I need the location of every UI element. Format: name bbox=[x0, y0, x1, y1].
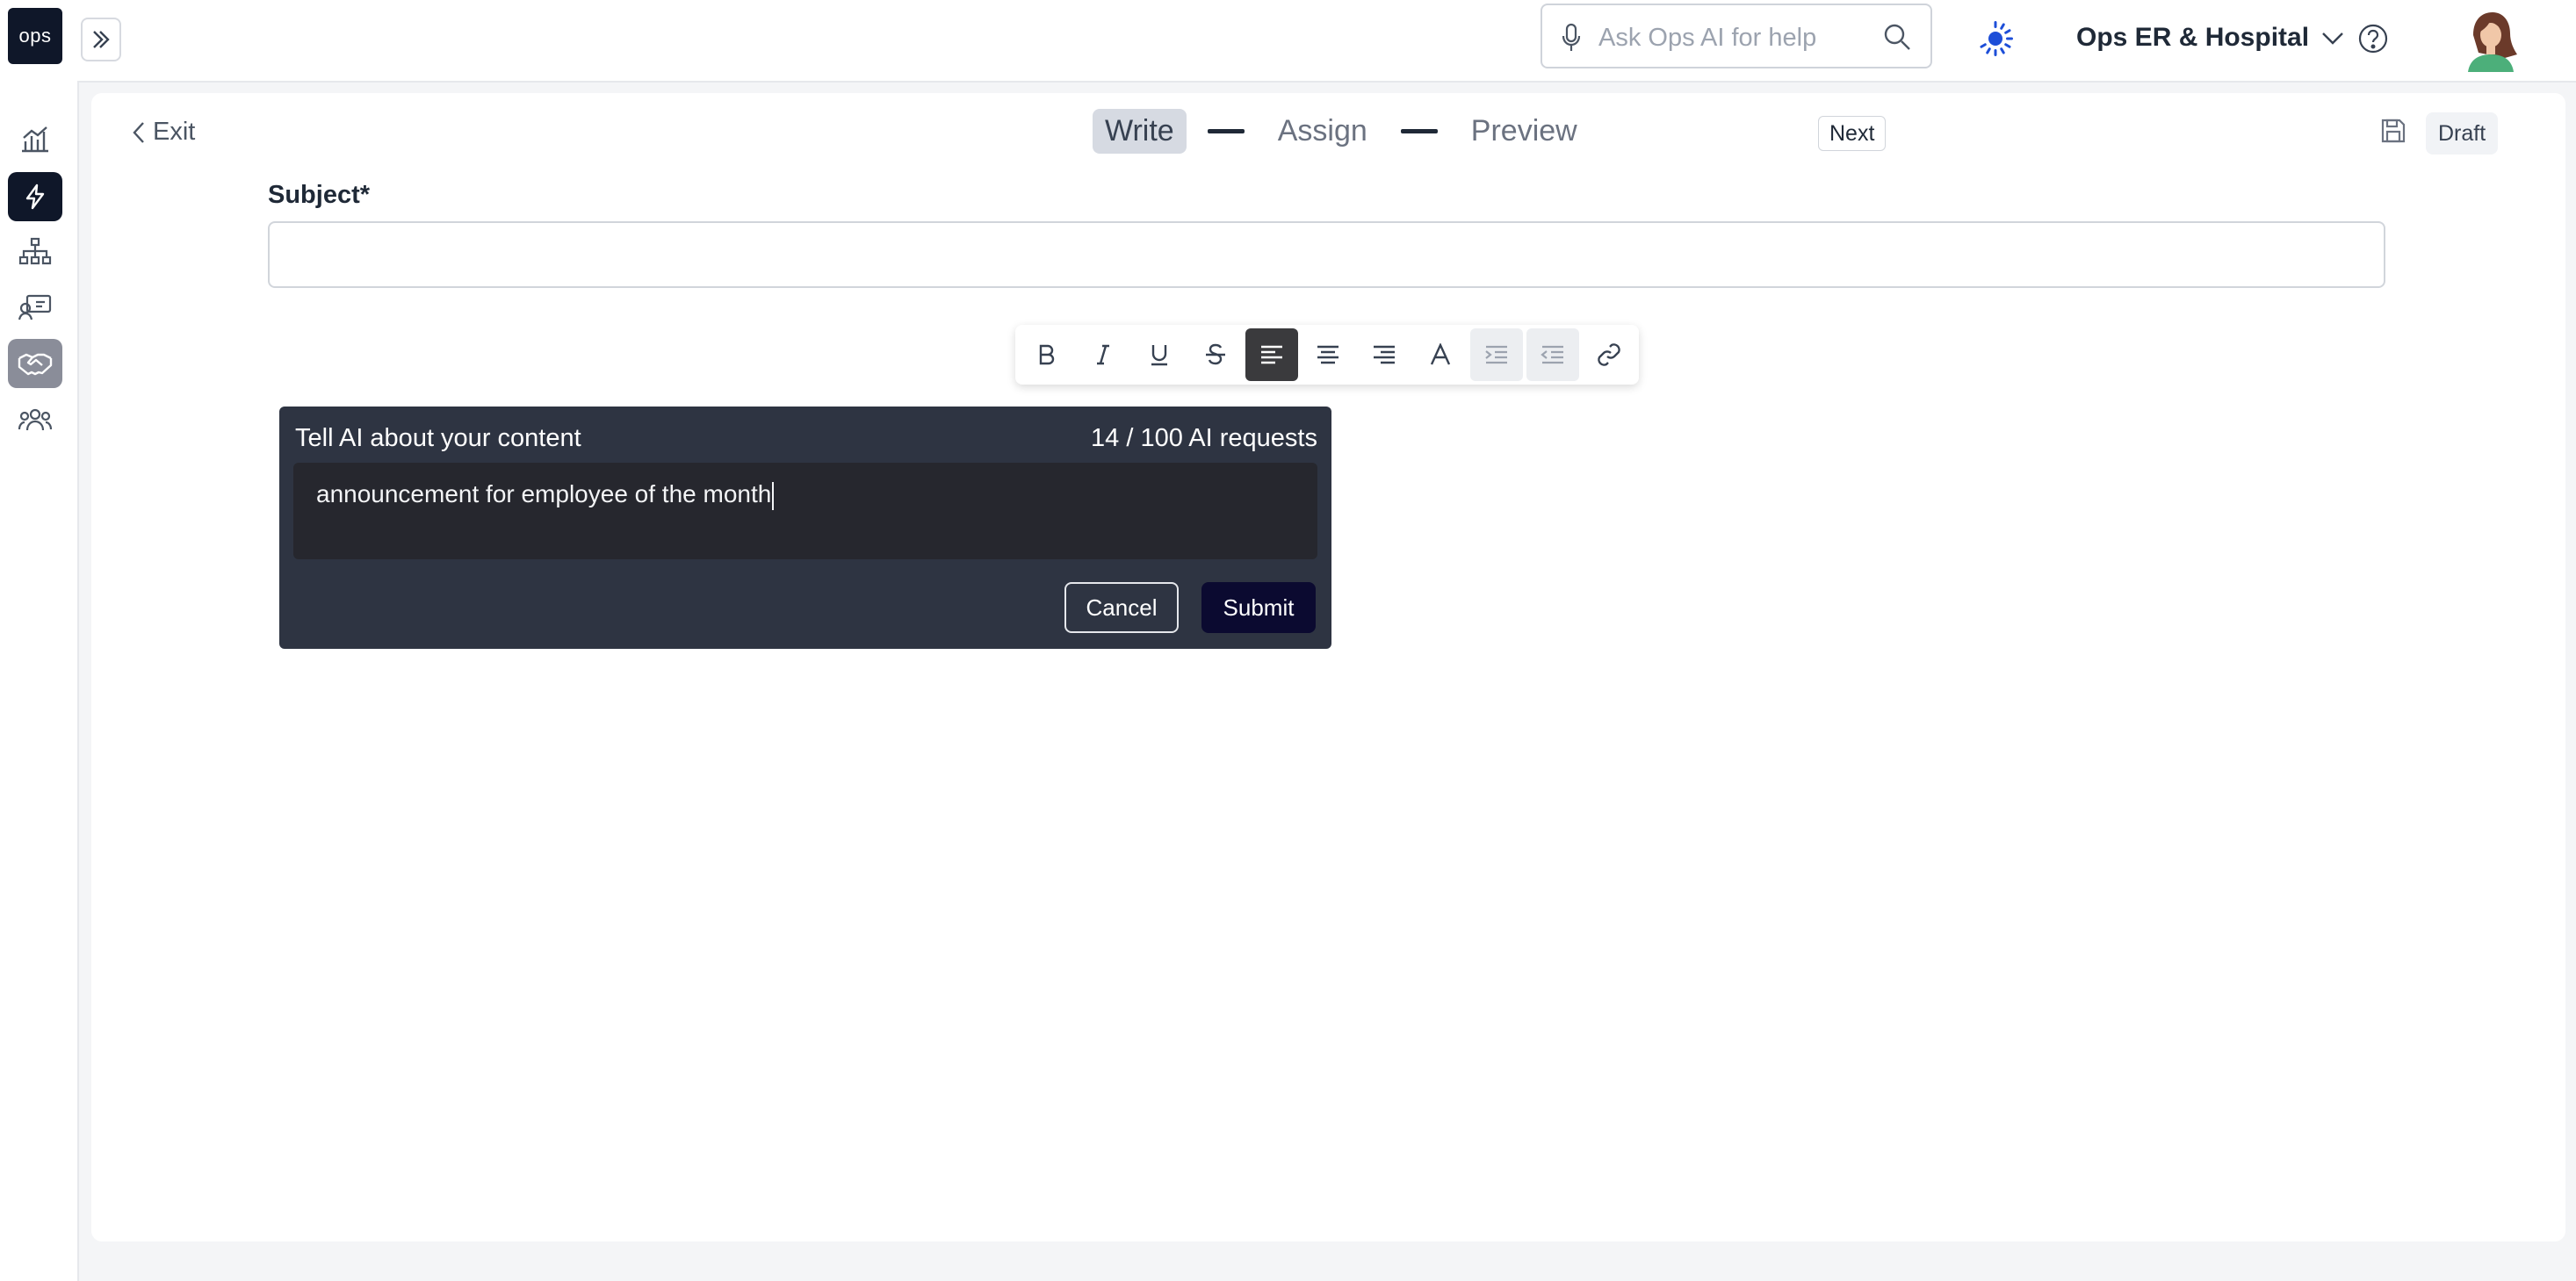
indent-icon bbox=[1484, 344, 1509, 365]
microphone-icon[interactable] bbox=[1562, 23, 1581, 53]
sidebar-item-actions[interactable] bbox=[8, 172, 62, 221]
id-card-icon bbox=[18, 293, 52, 321]
align-center-icon bbox=[1316, 344, 1340, 365]
sidebar-item-organization[interactable] bbox=[8, 227, 62, 276]
stepper: Write Assign Preview bbox=[1093, 109, 1590, 154]
organization-name: Ops ER & Hospital bbox=[2076, 23, 2310, 52]
indent-button[interactable] bbox=[1470, 328, 1523, 381]
draft-status-badge: Draft bbox=[2426, 112, 2499, 155]
bold-button[interactable] bbox=[1021, 328, 1073, 381]
formatting-toolbar bbox=[1015, 325, 1639, 385]
subject-input[interactable] bbox=[268, 221, 2385, 288]
cancel-button[interactable]: Cancel bbox=[1064, 582, 1179, 633]
analytics-chart-icon bbox=[19, 124, 51, 154]
italic-button[interactable] bbox=[1077, 328, 1129, 381]
outdent-icon bbox=[1541, 344, 1565, 365]
text-color-button[interactable] bbox=[1414, 328, 1467, 381]
ai-requests-counter: 14 / 100 AI requests bbox=[1091, 424, 1317, 452]
expand-sidebar-button[interactable] bbox=[81, 18, 121, 61]
chevron-left-icon bbox=[132, 121, 146, 144]
link-icon bbox=[1597, 342, 1621, 367]
user-avatar[interactable] bbox=[2459, 9, 2521, 72]
logo-text: ops bbox=[18, 25, 52, 47]
exit-button[interactable]: Exit bbox=[132, 118, 195, 147]
italic-icon bbox=[1094, 344, 1112, 365]
strikethrough-button[interactable] bbox=[1189, 328, 1242, 381]
draft-label: Draft bbox=[2438, 120, 2486, 146]
ai-prompt-panel: Tell AI about your content 14 / 100 AI r… bbox=[279, 407, 1331, 649]
sidebar-item-directory[interactable] bbox=[8, 283, 62, 332]
search-icon[interactable] bbox=[1883, 23, 1911, 51]
chevron-down-icon bbox=[2321, 30, 2344, 46]
double-chevron-right-icon bbox=[90, 28, 112, 51]
step-preview[interactable]: Preview bbox=[1459, 109, 1590, 154]
help-icon[interactable] bbox=[2357, 23, 2389, 54]
handshake-icon bbox=[18, 350, 53, 377]
underline-icon bbox=[1150, 343, 1169, 366]
text-color-icon bbox=[1430, 343, 1451, 366]
ai-panel-title: Tell AI about your content bbox=[295, 424, 581, 452]
outdent-button[interactable] bbox=[1526, 328, 1579, 381]
subject-label: Subject* bbox=[268, 181, 371, 209]
org-chart-icon bbox=[18, 237, 52, 265]
align-left-button[interactable] bbox=[1245, 328, 1298, 381]
link-button[interactable] bbox=[1583, 328, 1635, 381]
ai-prompt-textarea[interactable]: announcement for employee of the month bbox=[293, 463, 1317, 559]
align-left-icon bbox=[1259, 344, 1284, 365]
ai-activity-icon[interactable] bbox=[1976, 19, 2015, 58]
step-assign[interactable]: Assign bbox=[1266, 109, 1380, 154]
strikethrough-icon bbox=[1205, 343, 1226, 366]
align-right-icon bbox=[1372, 344, 1396, 365]
bold-icon bbox=[1038, 344, 1056, 365]
text-cursor bbox=[772, 481, 775, 510]
submit-button[interactable]: Submit bbox=[1201, 582, 1316, 633]
organization-switcher[interactable]: Ops ER & Hospital bbox=[2076, 23, 2344, 53]
ai-search-box[interactable] bbox=[1541, 4, 1932, 68]
sidebar: ops bbox=[0, 0, 79, 1281]
next-button[interactable]: Next bbox=[1818, 116, 1887, 151]
ai-prompt-text: announcement for employee of the month bbox=[316, 480, 772, 507]
save-icon[interactable] bbox=[2380, 118, 2406, 144]
lightning-bolt-icon bbox=[24, 184, 47, 210]
sidebar-item-people[interactable] bbox=[8, 395, 62, 444]
ai-search-input[interactable] bbox=[1597, 18, 1864, 58]
underline-button[interactable] bbox=[1133, 328, 1186, 381]
step-separator bbox=[1207, 129, 1245, 133]
align-right-button[interactable] bbox=[1358, 328, 1411, 381]
sidebar-item-analytics[interactable] bbox=[8, 114, 62, 163]
align-center-button[interactable] bbox=[1302, 328, 1354, 381]
sidebar-item-engagement[interactable] bbox=[8, 339, 62, 388]
exit-label: Exit bbox=[153, 118, 196, 146]
step-write[interactable]: Write bbox=[1093, 109, 1187, 154]
app-logo[interactable]: ops bbox=[8, 8, 62, 64]
step-separator bbox=[1400, 129, 1438, 133]
people-group-icon bbox=[18, 407, 53, 433]
